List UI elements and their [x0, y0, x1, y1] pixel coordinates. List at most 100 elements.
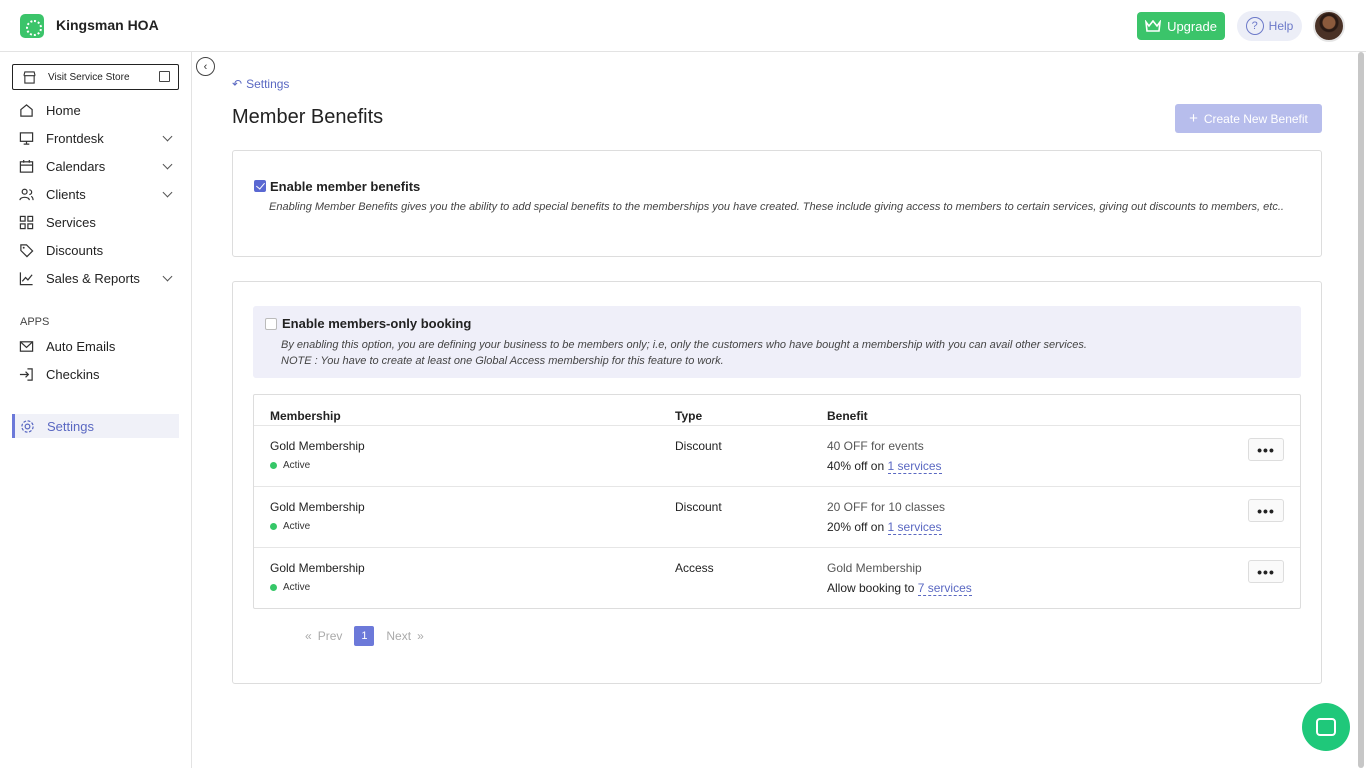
membership-name: Gold Membership	[270, 500, 365, 514]
benefit-prefix: 40% off on	[827, 459, 885, 473]
sidebar-item-settings[interactable]: Settings	[12, 414, 179, 438]
benefit-type: Discount	[675, 439, 722, 453]
store-icon	[23, 70, 36, 84]
monitor-icon	[18, 130, 34, 146]
chart-icon	[18, 270, 34, 286]
enable-benefits-description: Enabling Member Benefits gives you the a…	[269, 201, 1284, 213]
sidebar-item-home[interactable]: Home	[12, 98, 179, 122]
visit-store-label: Visit Service Store	[48, 71, 130, 83]
apps-section-label: APPS	[20, 316, 50, 328]
more-actions-button[interactable]: •••	[1248, 499, 1284, 522]
collapse-sidebar-button[interactable]: ‹	[196, 57, 215, 76]
last-page-button[interactable]: »	[417, 629, 424, 643]
logo-icon[interactable]	[20, 14, 44, 38]
enable-benefits-checkbox[interactable]	[254, 180, 266, 192]
more-actions-button[interactable]: •••	[1248, 438, 1284, 461]
table-row: Gold Membership Active Discount 40 OFF f…	[254, 425, 1300, 486]
chevron-down-icon	[162, 187, 173, 198]
column-header-membership: Membership	[270, 409, 341, 423]
membership-name: Gold Membership	[270, 439, 365, 453]
column-header-type: Type	[675, 409, 703, 423]
membership-name: Gold Membership	[270, 561, 365, 575]
sidebar-item-discounts[interactable]: Discounts	[12, 238, 179, 262]
benefits-list-card: Enable members-only booking By enabling …	[232, 281, 1322, 684]
benefit-title: 20 OFF for 10 classes	[827, 500, 946, 514]
sidebar-item-label: Calendars	[46, 158, 106, 174]
enable-benefits-card: Enable member benefits Enabling Member B…	[232, 150, 1322, 257]
grid-icon	[18, 214, 34, 230]
prev-page-button[interactable]: Prev	[318, 629, 343, 643]
enable-benefits-label: Enable member benefits	[270, 179, 421, 194]
avatar[interactable]	[1313, 10, 1345, 42]
crown-icon	[1145, 20, 1162, 32]
sidebar-item-label: Sales & Reports	[46, 270, 140, 286]
status-badge: Active	[270, 460, 310, 471]
external-link-icon	[159, 71, 170, 82]
benefits-table: Membership Type Benefit Gold Membership …	[253, 394, 1301, 609]
benefit-title: 40 OFF for events	[827, 439, 924, 453]
users-icon	[18, 186, 34, 202]
status-dot-icon	[270, 462, 277, 469]
status-dot-icon	[270, 584, 277, 591]
status-label: Active	[283, 460, 311, 471]
plus-icon: +	[1189, 110, 1198, 127]
services-link[interactable]: 1 services	[887, 459, 942, 474]
sidebar-item-services[interactable]: Services	[12, 210, 179, 234]
login-icon	[18, 366, 34, 382]
tag-icon	[18, 242, 34, 258]
home-icon	[18, 102, 34, 118]
question-icon: ?	[1245, 17, 1264, 35]
chat-launcher-button[interactable]	[1302, 703, 1350, 751]
more-actions-button[interactable]: •••	[1248, 560, 1284, 583]
help-label: Help	[1268, 19, 1294, 33]
status-badge: Active	[270, 521, 310, 532]
scrollbar[interactable]	[1358, 52, 1364, 768]
next-page-button[interactable]: Next	[386, 629, 411, 643]
status-badge: Active	[270, 582, 310, 593]
sidebar-item-calendars[interactable]: Calendars	[12, 154, 179, 178]
status-label: Active	[283, 582, 311, 593]
org-name: Kingsman HOA	[56, 17, 159, 33]
back-arrow-icon: ↶	[232, 77, 243, 91]
sidebar-item-clients[interactable]: Clients	[12, 182, 179, 206]
sidebar-item-label: Checkins	[46, 366, 100, 382]
create-new-benefit-button[interactable]: + Create New Benefit	[1175, 104, 1322, 133]
column-header-benefit: Benefit	[827, 409, 868, 423]
sidebar-item-auto-emails[interactable]: Auto Emails	[12, 334, 179, 358]
page-number-current[interactable]: 1	[354, 626, 375, 646]
sidebar-item-checkins[interactable]: Checkins	[12, 362, 179, 386]
create-label: Create New Benefit	[1203, 111, 1308, 126]
sidebar-item-label: Frontdesk	[46, 130, 104, 146]
gear-icon	[19, 418, 35, 434]
chevron-down-icon	[162, 271, 173, 282]
chevron-down-icon	[162, 159, 173, 170]
members-only-checkbox[interactable]	[265, 318, 277, 330]
sidebar-item-frontdesk[interactable]: Frontdesk	[12, 126, 179, 150]
sidebar: Visit Service Store Home Frontdesk Calen…	[0, 52, 192, 768]
sidebar-item-label: Discounts	[46, 242, 104, 258]
sidebar-item-sales-reports[interactable]: Sales & Reports	[12, 266, 179, 290]
sidebar-item-label: Auto Emails	[46, 338, 116, 354]
sidebar-item-label: Home	[46, 102, 81, 118]
benefit-prefix: 20% off on	[827, 520, 885, 534]
services-link[interactable]: 1 services	[887, 520, 942, 535]
chevron-left-icon: ‹	[203, 60, 208, 73]
first-page-button[interactable]: «	[305, 629, 312, 643]
upgrade-button[interactable]: Upgrade	[1137, 12, 1225, 40]
members-only-description: By enabling this option, you are definin…	[281, 339, 1087, 351]
chevron-down-icon	[162, 131, 173, 142]
visit-store-button[interactable]: Visit Service Store	[12, 64, 179, 90]
chat-icon	[1316, 718, 1336, 736]
sidebar-item-label: Settings	[47, 418, 94, 434]
help-button[interactable]: ? Help	[1237, 11, 1302, 41]
benefit-title: Gold Membership	[827, 561, 922, 575]
table-row: Gold Membership Active Discount 20 OFF f…	[254, 486, 1300, 547]
calendar-icon	[18, 158, 34, 174]
status-label: Active	[283, 521, 311, 532]
breadcrumb[interactable]: ↶ Settings	[232, 77, 289, 91]
table-row: Gold Membership Active Access Gold Membe…	[254, 547, 1300, 608]
members-only-box: Enable members-only booking By enabling …	[253, 306, 1301, 378]
sidebar-item-label: Clients	[46, 186, 86, 202]
breadcrumb-settings: Settings	[246, 77, 290, 91]
services-link[interactable]: 7 services	[917, 581, 972, 596]
